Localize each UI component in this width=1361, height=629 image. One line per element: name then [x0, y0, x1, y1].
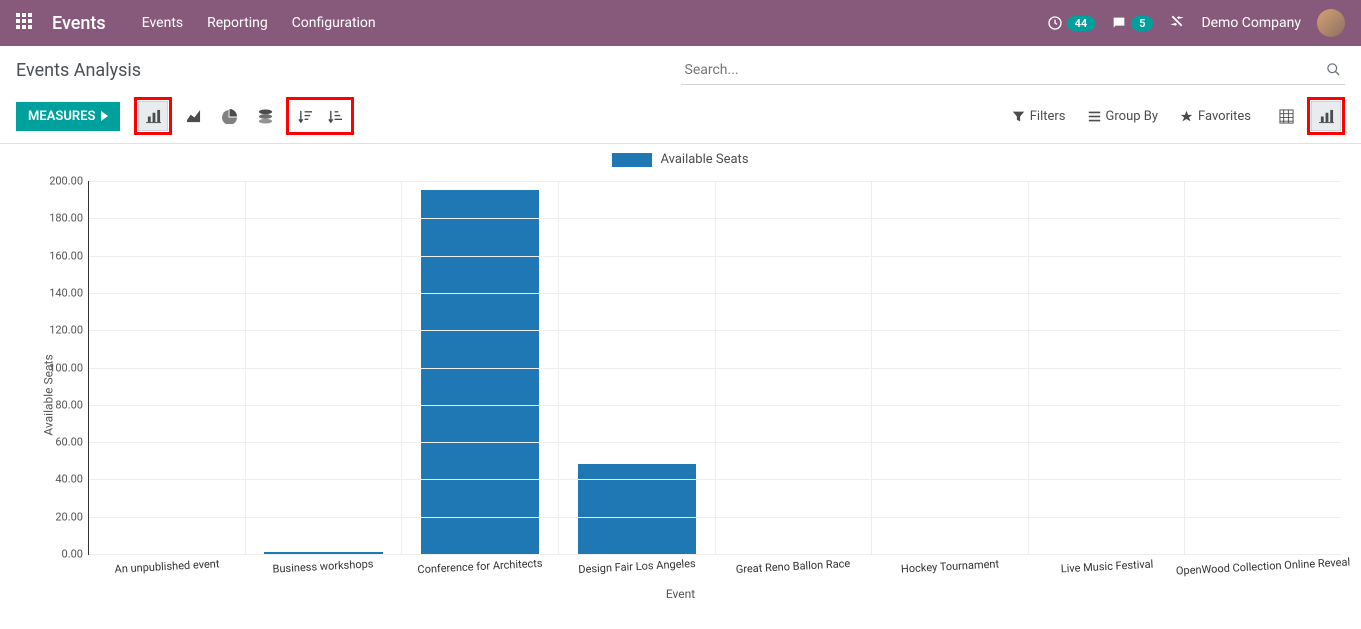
menu-reporting[interactable]: Reporting	[207, 15, 268, 31]
search-input[interactable]	[681, 56, 1346, 85]
caret-right-icon	[101, 111, 108, 121]
y-tick-label: 80.00	[55, 398, 83, 411]
gridline	[89, 218, 1341, 219]
x-tick-label: Great Reno Ballon Race	[736, 557, 851, 576]
bar-chart-icon	[1319, 109, 1334, 124]
y-tick-label: 100.00	[49, 361, 83, 374]
discuss-count: 5	[1131, 16, 1153, 31]
bar[interactable]	[578, 464, 696, 554]
x-axis-title: Event	[666, 587, 695, 601]
debug-icon[interactable]	[1169, 13, 1185, 33]
x-tick-label: Business workshops	[273, 557, 375, 575]
clock-icon	[1047, 15, 1063, 31]
chat-icon	[1111, 15, 1127, 31]
bar-chart-icon	[146, 109, 161, 124]
avatar[interactable]	[1317, 9, 1345, 37]
page-title: Events Analysis	[16, 54, 681, 87]
filter-icon	[1012, 110, 1025, 123]
star-icon	[1180, 110, 1193, 123]
gridline	[89, 330, 1341, 331]
y-tick-label: 40.00	[55, 473, 83, 486]
groupby-button[interactable]: Group By	[1088, 109, 1159, 124]
favorites-label: Favorites	[1198, 109, 1251, 124]
y-tick-label: 120.00	[49, 324, 83, 337]
company-name[interactable]: Demo Company	[1201, 15, 1301, 31]
y-tick-label: 0.00	[62, 548, 83, 561]
x-tick-label: Live Music Festival	[1060, 558, 1153, 576]
highlight-bar-chart	[134, 97, 172, 135]
highlight-sort	[286, 97, 354, 135]
apps-icon[interactable]	[16, 13, 32, 33]
favorites-button[interactable]: Favorites	[1180, 109, 1251, 124]
navbar: Events Events Reporting Configuration 44…	[0, 0, 1361, 46]
measures-label: MEASURES	[28, 109, 95, 124]
y-tick-label: 60.00	[55, 436, 83, 449]
stacked-button[interactable]	[250, 101, 280, 131]
menu-events[interactable]: Events	[142, 15, 183, 31]
pie-chart-icon	[222, 109, 237, 124]
gridline	[89, 442, 1341, 443]
pivot-icon	[1279, 109, 1294, 124]
pie-chart-button[interactable]	[214, 101, 244, 131]
menu-configuration[interactable]: Configuration	[292, 15, 376, 31]
line-chart-icon	[186, 109, 201, 124]
bar[interactable]	[421, 190, 539, 554]
pivot-view-button[interactable]	[1271, 101, 1301, 131]
gridline	[89, 517, 1341, 518]
search-container	[681, 56, 1346, 85]
x-tick-label: Design Fair Los Angeles	[578, 557, 696, 576]
chart-legend: Available Seats	[0, 148, 1361, 175]
graph-view-button[interactable]	[1311, 101, 1341, 131]
y-tick-label: 180.00	[49, 212, 83, 225]
gridline	[89, 293, 1341, 294]
search-options: Filters Group By Favorites	[1012, 109, 1251, 124]
chart-container: Available Seats An unpublished eventBusi…	[10, 175, 1351, 615]
control-panel: Events Analysis MEASURES	[0, 46, 1361, 144]
activity-count: 44	[1067, 16, 1096, 31]
y-tick-label: 140.00	[49, 286, 83, 299]
groupby-icon	[1088, 110, 1101, 123]
x-tick-label: Hockey Tournament	[901, 557, 1000, 575]
plot-area: An unpublished eventBusiness workshopsCo…	[88, 181, 1341, 555]
y-tick-label: 20.00	[55, 510, 83, 523]
main-menu: Events Reporting Configuration	[142, 15, 376, 31]
gridline	[89, 554, 1341, 555]
x-tick-label: An unpublished event	[114, 557, 219, 575]
bar-chart-button[interactable]	[138, 101, 168, 131]
sort-desc-button[interactable]	[290, 101, 320, 131]
y-tick-label: 200.00	[49, 175, 83, 188]
measures-button[interactable]: MEASURES	[16, 102, 120, 131]
highlight-graph-view	[1307, 97, 1345, 135]
sort-asc-icon	[328, 109, 343, 124]
activity-button[interactable]: 44	[1047, 15, 1096, 31]
filters-button[interactable]: Filters	[1012, 109, 1066, 124]
groupby-label: Group By	[1106, 109, 1159, 124]
navbar-right: 44 5 Demo Company	[1047, 9, 1345, 37]
gridline	[89, 479, 1341, 480]
legend-label: Available Seats	[660, 152, 748, 167]
gridline	[89, 405, 1341, 406]
y-tick-label: 160.00	[49, 249, 83, 262]
gridline	[89, 256, 1341, 257]
gridline	[89, 181, 1341, 182]
legend-swatch	[612, 153, 652, 167]
search-icon[interactable]	[1326, 62, 1341, 81]
stacked-icon	[258, 109, 273, 124]
discuss-button[interactable]: 5	[1111, 15, 1153, 31]
x-tick-label: OpenWood Collection Online Reveal	[1176, 555, 1351, 577]
line-chart-button[interactable]	[178, 101, 208, 131]
sort-asc-button[interactable]	[320, 101, 350, 131]
view-switcher	[1271, 97, 1345, 135]
gridline	[89, 368, 1341, 369]
chart-area: Available Seats Available Seats An unpub…	[0, 144, 1361, 615]
brand-title[interactable]: Events	[52, 13, 106, 34]
x-tick-label: Conference for Architects	[417, 557, 543, 577]
filters-label: Filters	[1030, 109, 1066, 124]
sort-desc-icon	[298, 109, 313, 124]
